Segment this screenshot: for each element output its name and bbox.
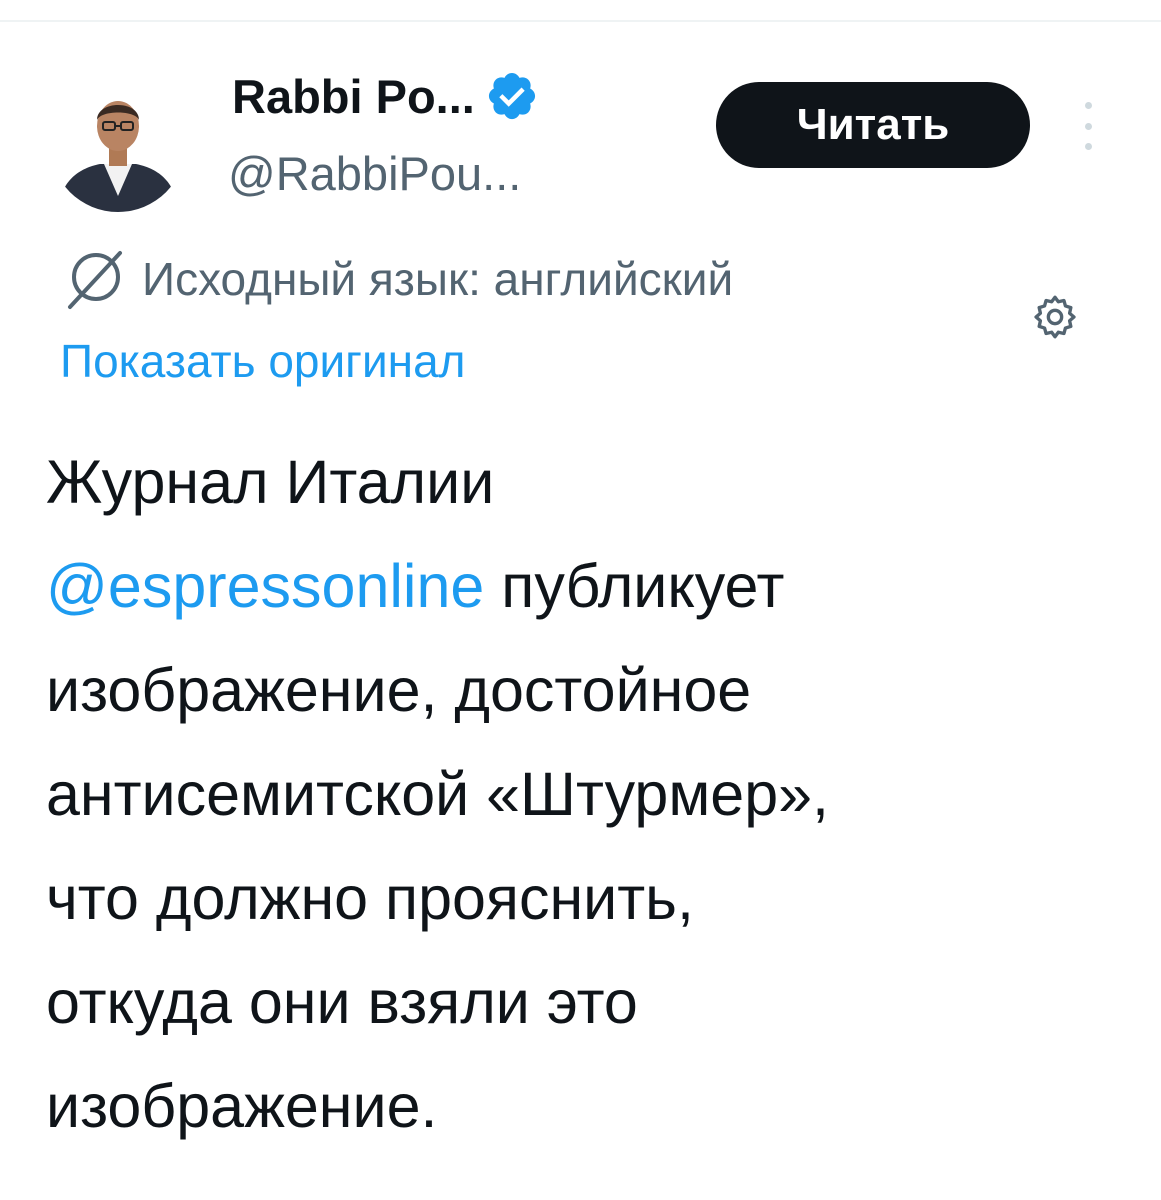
translate-icon [58,247,128,311]
tweet-line: @espressonline публикует [46,534,1136,638]
top-divider [0,20,1161,22]
tweet-line: антисемитской «Штурмер», [46,760,829,828]
tweet-line: Журнал Италии [46,448,495,516]
tweet-text: Журнал Италии @espressonline публикует и… [46,430,1136,1158]
author-display-name-row[interactable]: Rabbi Po... [232,66,539,126]
tweet-line: что должно прояснить, [46,864,694,932]
author-handle[interactable]: @RabbiPou... [228,146,521,201]
verified-badge-icon[interactable] [485,69,539,123]
tweet-line-text: публикует [501,552,785,620]
gear-icon[interactable] [1030,292,1080,342]
tweet-line: изображение, достойное [46,656,752,724]
follow-button[interactable]: Читать [716,82,1030,168]
tweet-line: изображение. [46,1072,438,1140]
translation-notice: Исходный язык: английский [58,244,733,314]
avatar[interactable] [50,76,186,212]
show-original-link[interactable]: Показать оригинал [60,334,466,388]
tweet-line: откуда они взяли это [46,968,638,1036]
more-vertical-icon[interactable] [1078,102,1098,150]
mention-link[interactable]: @espressonline [46,552,484,620]
author-display-name[interactable]: Rabbi Po... [232,69,475,124]
source-language-label: Исходный язык: английский [142,253,734,305]
